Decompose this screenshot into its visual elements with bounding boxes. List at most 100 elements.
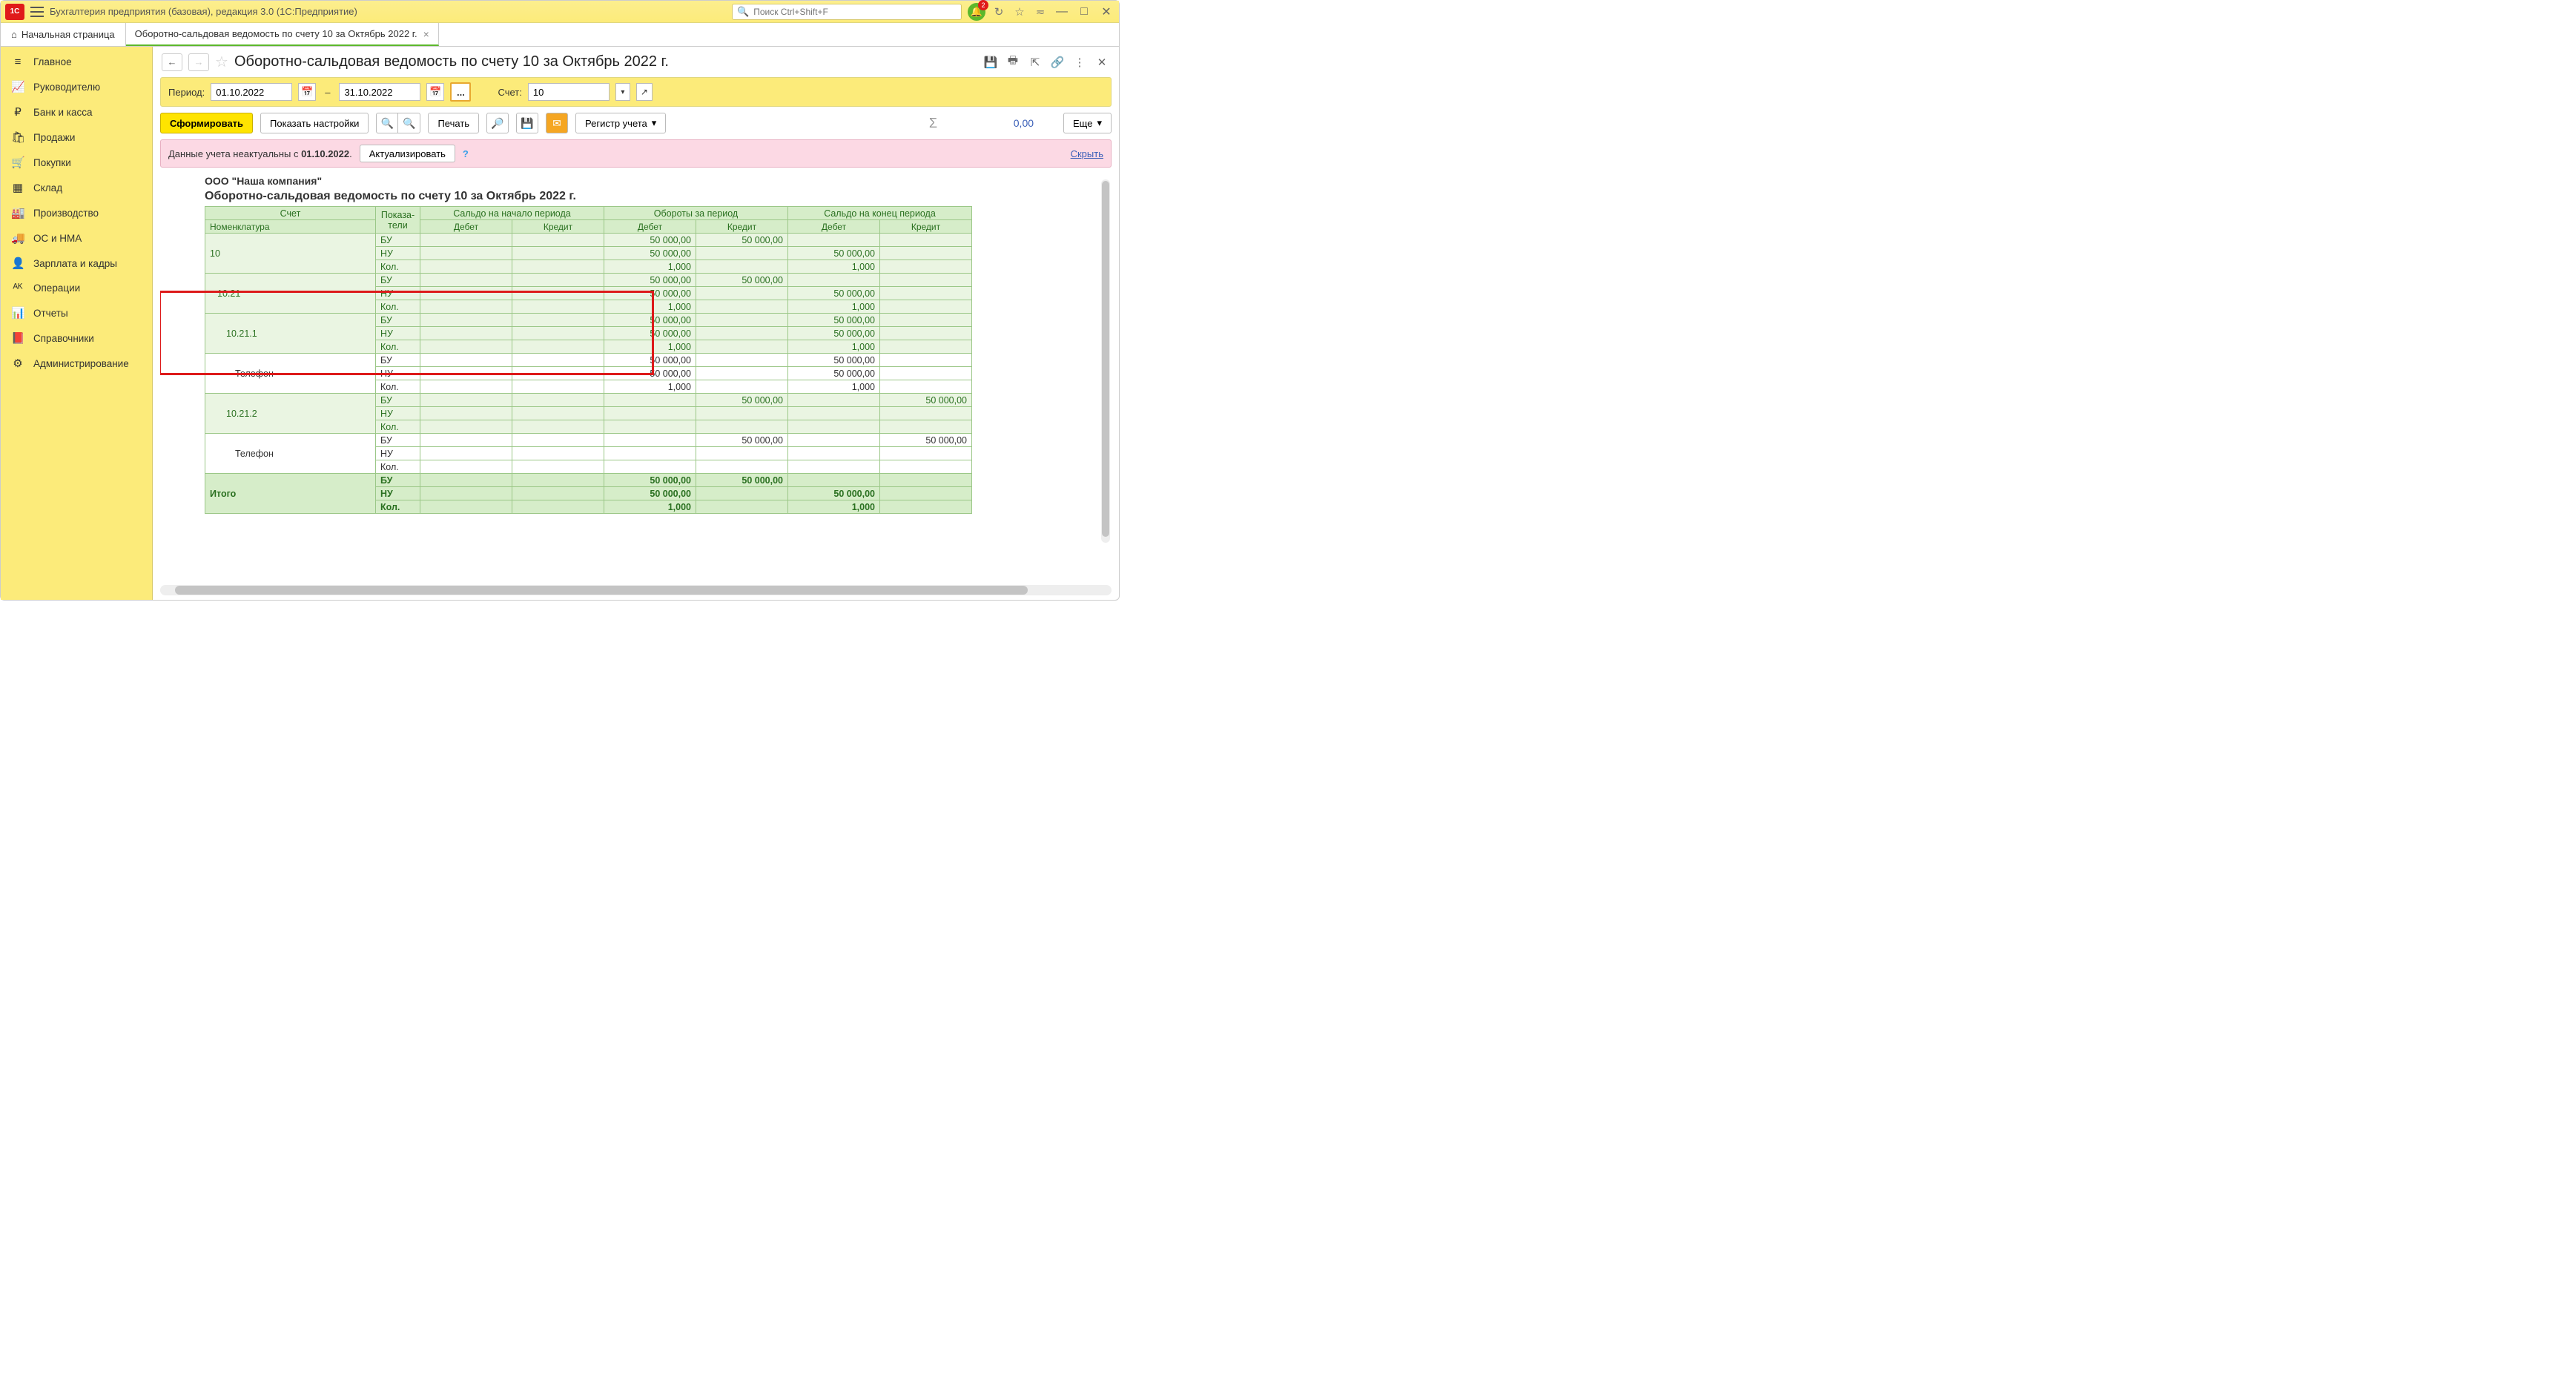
report-area: ООО "Наша компания" Оборотно-сальдовая в…: [160, 173, 1112, 585]
close-button[interactable]: ✕: [1098, 4, 1114, 19]
sum-value: 0,00: [945, 117, 1056, 129]
nav-label: Склад: [33, 182, 62, 194]
favorite-star-icon[interactable]: ☆: [215, 53, 228, 71]
register-button[interactable]: Регистр учета ▾: [575, 113, 666, 133]
calendar-from-icon[interactable]: 📅: [298, 83, 316, 101]
print-icon[interactable]: 🖶: [1005, 54, 1021, 70]
table-row[interactable]: ТелефонБУ50 000,0050 000,00: [205, 354, 972, 367]
th-account: Счет: [205, 207, 376, 220]
nav-label: Продажи: [33, 132, 75, 143]
filter-icon[interactable]: ≂: [1033, 4, 1048, 19]
save-icon[interactable]: 💾: [982, 54, 999, 70]
kebab-icon[interactable]: ⋮: [1071, 54, 1088, 70]
hide-link[interactable]: Скрыть: [1071, 148, 1103, 159]
close-content-icon[interactable]: ✕: [1094, 54, 1110, 70]
hamburger-icon[interactable]: [30, 7, 44, 17]
table-row[interactable]: 10.21БУ50 000,0050 000,00: [205, 274, 972, 287]
nav-icon: 📈: [11, 80, 24, 93]
sidebar-item-3[interactable]: 🛍Продажи: [1, 125, 152, 150]
nav-icon: ⚙: [11, 357, 24, 370]
horizontal-scrollbar[interactable]: [160, 585, 1112, 595]
sidebar-item-2[interactable]: ₽Банк и касса: [1, 99, 152, 125]
tab-close-icon[interactable]: ×: [423, 28, 429, 40]
sidebar-item-9[interactable]: ᴬᴷОперации: [1, 276, 152, 300]
content-header: ← → ☆ Оборотно-сальдовая ведомость по сч…: [153, 47, 1119, 77]
email-icon[interactable]: ✉: [546, 113, 568, 133]
print-button[interactable]: Печать: [428, 113, 479, 133]
date-from-input[interactable]: [211, 83, 292, 101]
period-label: Период:: [168, 87, 205, 98]
table-row[interactable]: 10.21.2БУ50 000,0050 000,00: [205, 394, 972, 407]
app-title: Бухгалтерия предприятия (базовая), редак…: [50, 6, 357, 17]
disk-save-icon[interactable]: 💾: [516, 113, 538, 133]
chevron-down-icon: ▾: [652, 117, 657, 129]
report-title: Оборотно-сальдовая ведомость по счету 10…: [205, 188, 1112, 206]
generate-button[interactable]: Сформировать: [160, 113, 253, 133]
table-row[interactable]: ТелефонБУ50 000,0050 000,00: [205, 434, 972, 447]
sidebar-item-4[interactable]: 🛒Покупки: [1, 150, 152, 175]
preview-icon[interactable]: 🔎: [486, 113, 509, 133]
company-name: ООО "Наша компания": [205, 173, 1112, 188]
nav-label: Справочники: [33, 333, 94, 344]
help-icon[interactable]: ?: [463, 148, 469, 159]
report-table: Счет Показа- тели Сальдо на начало перио…: [205, 206, 972, 514]
date-to-input[interactable]: [339, 83, 420, 101]
nav-label: Зарплата и кадры: [33, 258, 117, 269]
nav-icon: 🚚: [11, 231, 24, 245]
sidebar-item-7[interactable]: 🚚ОС и НМА: [1, 225, 152, 251]
notifications-icon[interactable]: 🔔2: [968, 3, 985, 21]
nav-label: Главное: [33, 56, 72, 67]
nav-back-button[interactable]: ←: [162, 53, 182, 71]
warning-text: Данные учета неактуальны с 01.10.2022.: [168, 148, 352, 159]
sidebar-item-1[interactable]: 📈Руководителю: [1, 74, 152, 99]
sidebar-item-11[interactable]: 📕Справочники: [1, 325, 152, 351]
account-label: Счет:: [498, 87, 521, 98]
export-icon[interactable]: ⇱: [1027, 54, 1043, 70]
history-icon[interactable]: ↻: [991, 4, 1006, 19]
calendar-to-icon[interactable]: 📅: [426, 83, 444, 101]
th-indicators: Показа- тели: [376, 207, 420, 234]
nav-icon: 🏭: [11, 206, 24, 219]
star-icon[interactable]: ☆: [1012, 4, 1027, 19]
page-title: Оборотно-сальдовая ведомость по счету 10…: [234, 53, 669, 70]
sidebar-item-12[interactable]: ⚙ Администрирование: [1, 351, 152, 376]
nav-label: Покупки: [33, 157, 71, 168]
nav-icon: 📊: [11, 306, 24, 320]
maximize-button[interactable]: □: [1076, 5, 1092, 19]
period-picker-button[interactable]: ...: [450, 82, 471, 102]
account-dropdown-icon[interactable]: ▾: [615, 83, 630, 101]
sidebar: ≡Главное📈Руководителю₽Банк и касса🛍Прода…: [1, 47, 153, 600]
nav-label: Производство: [33, 208, 99, 219]
sidebar-item-10[interactable]: 📊 Отчеты: [1, 300, 152, 325]
link-icon[interactable]: 🔗: [1049, 54, 1066, 70]
nav-label: Администрирование: [33, 358, 129, 369]
account-input[interactable]: [528, 83, 610, 101]
search-input[interactable]: [753, 7, 957, 17]
nav-icon: ᴬᴷ: [11, 282, 24, 294]
update-button[interactable]: Актуализировать: [360, 145, 455, 162]
nav-label: Отчеты: [33, 308, 68, 319]
account-open-icon[interactable]: ↗: [636, 83, 653, 101]
settings-button[interactable]: Показать настройки: [260, 113, 369, 133]
sidebar-item-8[interactable]: 👤Зарплата и кадры: [1, 251, 152, 276]
nav-icon: ₽: [11, 105, 24, 119]
sidebar-item-5[interactable]: ▦Склад: [1, 175, 152, 200]
table-row[interactable]: 10БУ50 000,0050 000,00: [205, 234, 972, 247]
tab-document[interactable]: Оборотно-сальдовая ведомость по счету 10…: [126, 23, 439, 46]
global-search[interactable]: 🔍: [732, 4, 962, 20]
sidebar-item-0[interactable]: ≡Главное: [1, 50, 152, 74]
nav-forward-button[interactable]: →: [188, 53, 209, 71]
tab-home[interactable]: ⌂ Начальная страница: [1, 23, 126, 46]
logo-1c: 1C: [5, 4, 24, 20]
home-icon: ⌂: [11, 29, 17, 40]
notif-badge: 2: [978, 0, 988, 10]
sidebar-item-6[interactable]: 🏭 Производство: [1, 200, 152, 225]
minimize-button[interactable]: —: [1054, 5, 1070, 19]
th-closing: Сальдо на конец периода: [788, 207, 972, 220]
tab-row: ⌂ Начальная страница Оборотно-сальдовая …: [1, 23, 1119, 47]
th-opening: Сальдо на начало периода: [420, 207, 604, 220]
zoom-in-icon[interactable]: 🔍: [376, 113, 398, 133]
table-row[interactable]: 10.21.1БУ50 000,0050 000,00: [205, 314, 972, 327]
more-button[interactable]: Еще ▾: [1063, 113, 1112, 133]
zoom-reset-icon[interactable]: 🔍: [398, 113, 420, 133]
